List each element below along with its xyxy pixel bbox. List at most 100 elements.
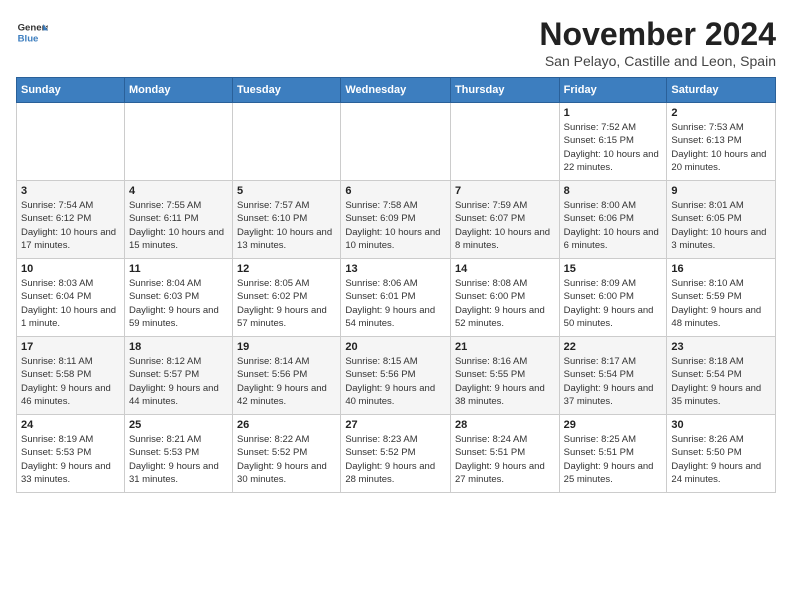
- calendar-cell: 24 Sunrise: 8:19 AM Sunset: 5:53 PM Dayli…: [17, 415, 125, 493]
- calendar-cell: 19 Sunrise: 8:14 AM Sunset: 5:56 PM Dayli…: [233, 337, 341, 415]
- calendar-cell: 4 Sunrise: 7:55 AM Sunset: 6:11 PM Daylig…: [124, 181, 232, 259]
- day-info: Sunrise: 8:06 AM Sunset: 6:01 PM Dayligh…: [345, 277, 446, 330]
- column-header-wednesday: Wednesday: [341, 78, 451, 103]
- day-info: Sunrise: 8:21 AM Sunset: 5:53 PM Dayligh…: [129, 433, 228, 486]
- title-block: November 2024 San Pelayo, Castille and L…: [539, 16, 776, 69]
- day-number: 22: [564, 341, 663, 353]
- calendar-cell: 22 Sunrise: 8:17 AM Sunset: 5:54 PM Dayli…: [559, 337, 667, 415]
- column-header-tuesday: Tuesday: [233, 78, 341, 103]
- day-info: Sunrise: 7:54 AM Sunset: 6:12 PM Dayligh…: [21, 199, 120, 252]
- calendar-cell: 1Sunrise: 7:52 AM Sunset: 6:15 PM Daylig…: [559, 103, 667, 181]
- day-info: Sunrise: 7:57 AM Sunset: 6:10 PM Dayligh…: [237, 199, 336, 252]
- day-number: 8: [564, 185, 663, 197]
- day-number: 20: [345, 341, 446, 353]
- day-info: Sunrise: 8:01 AM Sunset: 6:05 PM Dayligh…: [671, 199, 771, 252]
- day-info: Sunrise: 7:52 AM Sunset: 6:15 PM Dayligh…: [564, 121, 663, 174]
- day-info: Sunrise: 8:08 AM Sunset: 6:00 PM Dayligh…: [455, 277, 555, 330]
- day-info: Sunrise: 8:03 AM Sunset: 6:04 PM Dayligh…: [21, 277, 120, 330]
- calendar-cell: 6 Sunrise: 7:58 AM Sunset: 6:09 PM Daylig…: [341, 181, 451, 259]
- calendar-cell: 26Sunrise: 8:22 AM Sunset: 5:52 PM Dayli…: [233, 415, 341, 493]
- day-info: Sunrise: 8:17 AM Sunset: 5:54 PM Dayligh…: [564, 355, 663, 408]
- day-info: Sunrise: 8:23 AM Sunset: 5:52 PM Dayligh…: [345, 433, 446, 486]
- day-number: 6: [345, 185, 446, 197]
- day-number: 11: [129, 263, 228, 275]
- day-info: Sunrise: 8:24 AM Sunset: 5:51 PM Dayligh…: [455, 433, 555, 486]
- calendar-cell: 25 Sunrise: 8:21 AM Sunset: 5:53 PM Dayli…: [124, 415, 232, 493]
- calendar-cell: 21 Sunrise: 8:16 AM Sunset: 5:55 PM Dayli…: [450, 337, 559, 415]
- day-number: 5: [237, 185, 336, 197]
- day-number: 24: [21, 419, 120, 431]
- calendar-cell: 2Sunrise: 7:53 AM Sunset: 6:13 PM Daylig…: [667, 103, 776, 181]
- calendar-cell: 16 Sunrise: 8:10 AM Sunset: 5:59 PM Dayli…: [667, 259, 776, 337]
- day-number: 18: [129, 341, 228, 353]
- calendar-cell: 15 Sunrise: 8:09 AM Sunset: 6:00 PM Dayli…: [559, 259, 667, 337]
- location-subtitle: San Pelayo, Castille and Leon, Spain: [539, 53, 776, 69]
- calendar-cell: [124, 103, 232, 181]
- calendar-cell: 30Sunrise: 8:26 AM Sunset: 5:50 PM Dayli…: [667, 415, 776, 493]
- day-number: 19: [237, 341, 336, 353]
- calendar-week-row: 10 Sunrise: 8:03 AM Sunset: 6:04 PM Dayli…: [17, 259, 776, 337]
- day-number: 3: [21, 185, 120, 197]
- day-info: Sunrise: 7:55 AM Sunset: 6:11 PM Dayligh…: [129, 199, 228, 252]
- day-info: Sunrise: 8:09 AM Sunset: 6:00 PM Dayligh…: [564, 277, 663, 330]
- day-number: 12: [237, 263, 336, 275]
- day-info: Sunrise: 7:58 AM Sunset: 6:09 PM Dayligh…: [345, 199, 446, 252]
- calendar-cell: [233, 103, 341, 181]
- calendar-cell: 20 Sunrise: 8:15 AM Sunset: 5:56 PM Dayli…: [341, 337, 451, 415]
- calendar-cell: 18 Sunrise: 8:12 AM Sunset: 5:57 PM Dayli…: [124, 337, 232, 415]
- day-info: Sunrise: 8:04 AM Sunset: 6:03 PM Dayligh…: [129, 277, 228, 330]
- day-info: Sunrise: 8:16 AM Sunset: 5:55 PM Dayligh…: [455, 355, 555, 408]
- day-number: 15: [564, 263, 663, 275]
- svg-text:Blue: Blue: [18, 34, 39, 45]
- logo: General Blue: [16, 16, 48, 48]
- calendar-cell: 9 Sunrise: 8:01 AM Sunset: 6:05 PM Daylig…: [667, 181, 776, 259]
- day-number: 29: [564, 419, 663, 431]
- day-number: 9: [671, 185, 771, 197]
- day-info: Sunrise: 8:22 AM Sunset: 5:52 PM Dayligh…: [237, 433, 336, 486]
- calendar-cell: 13 Sunrise: 8:06 AM Sunset: 6:01 PM Dayli…: [341, 259, 451, 337]
- day-info: Sunrise: 8:05 AM Sunset: 6:02 PM Dayligh…: [237, 277, 336, 330]
- calendar-cell: 8 Sunrise: 8:00 AM Sunset: 6:06 PM Daylig…: [559, 181, 667, 259]
- day-number: 16: [671, 263, 771, 275]
- calendar-cell: [17, 103, 125, 181]
- calendar-cell: 11 Sunrise: 8:04 AM Sunset: 6:03 PM Dayli…: [124, 259, 232, 337]
- day-number: 23: [671, 341, 771, 353]
- calendar-cell: 12 Sunrise: 8:05 AM Sunset: 6:02 PM Dayli…: [233, 259, 341, 337]
- day-info: Sunrise: 8:00 AM Sunset: 6:06 PM Dayligh…: [564, 199, 663, 252]
- day-number: 28: [455, 419, 555, 431]
- column-header-monday: Monday: [124, 78, 232, 103]
- day-info: Sunrise: 8:11 AM Sunset: 5:58 PM Dayligh…: [21, 355, 120, 408]
- calendar-cell: 5 Sunrise: 7:57 AM Sunset: 6:10 PM Daylig…: [233, 181, 341, 259]
- day-info: Sunrise: 8:12 AM Sunset: 5:57 PM Dayligh…: [129, 355, 228, 408]
- calendar-week-row: 24 Sunrise: 8:19 AM Sunset: 5:53 PM Dayli…: [17, 415, 776, 493]
- day-info: Sunrise: 8:15 AM Sunset: 5:56 PM Dayligh…: [345, 355, 446, 408]
- column-header-friday: Friday: [559, 78, 667, 103]
- day-number: 25: [129, 419, 228, 431]
- calendar-cell: [341, 103, 451, 181]
- calendar-cell: 17 Sunrise: 8:11 AM Sunset: 5:58 PM Dayli…: [17, 337, 125, 415]
- day-number: 4: [129, 185, 228, 197]
- calendar-cell: 7Sunrise: 7:59 AM Sunset: 6:07 PM Daylig…: [450, 181, 559, 259]
- day-info: Sunrise: 8:25 AM Sunset: 5:51 PM Dayligh…: [564, 433, 663, 486]
- day-number: 2: [671, 107, 771, 119]
- day-info: Sunrise: 8:14 AM Sunset: 5:56 PM Dayligh…: [237, 355, 336, 408]
- day-number: 13: [345, 263, 446, 275]
- calendar-table: SundayMondayTuesdayWednesdayThursdayFrid…: [16, 77, 776, 493]
- day-number: 10: [21, 263, 120, 275]
- calendar-week-row: 3 Sunrise: 7:54 AM Sunset: 6:12 PM Daylig…: [17, 181, 776, 259]
- calendar-cell: 27Sunrise: 8:23 AM Sunset: 5:52 PM Dayli…: [341, 415, 451, 493]
- column-header-sunday: Sunday: [17, 78, 125, 103]
- column-header-thursday: Thursday: [450, 78, 559, 103]
- calendar-cell: 14 Sunrise: 8:08 AM Sunset: 6:00 PM Dayli…: [450, 259, 559, 337]
- day-number: 21: [455, 341, 555, 353]
- day-number: 17: [21, 341, 120, 353]
- calendar-cell: [450, 103, 559, 181]
- day-number: 14: [455, 263, 555, 275]
- calendar-week-row: 1Sunrise: 7:52 AM Sunset: 6:15 PM Daylig…: [17, 103, 776, 181]
- day-info: Sunrise: 8:19 AM Sunset: 5:53 PM Dayligh…: [21, 433, 120, 486]
- month-title: November 2024: [539, 16, 776, 53]
- day-info: Sunrise: 8:10 AM Sunset: 5:59 PM Dayligh…: [671, 277, 771, 330]
- calendar-week-row: 17 Sunrise: 8:11 AM Sunset: 5:58 PM Dayli…: [17, 337, 776, 415]
- column-header-saturday: Saturday: [667, 78, 776, 103]
- calendar-cell: 29 Sunrise: 8:25 AM Sunset: 5:51 PM Dayli…: [559, 415, 667, 493]
